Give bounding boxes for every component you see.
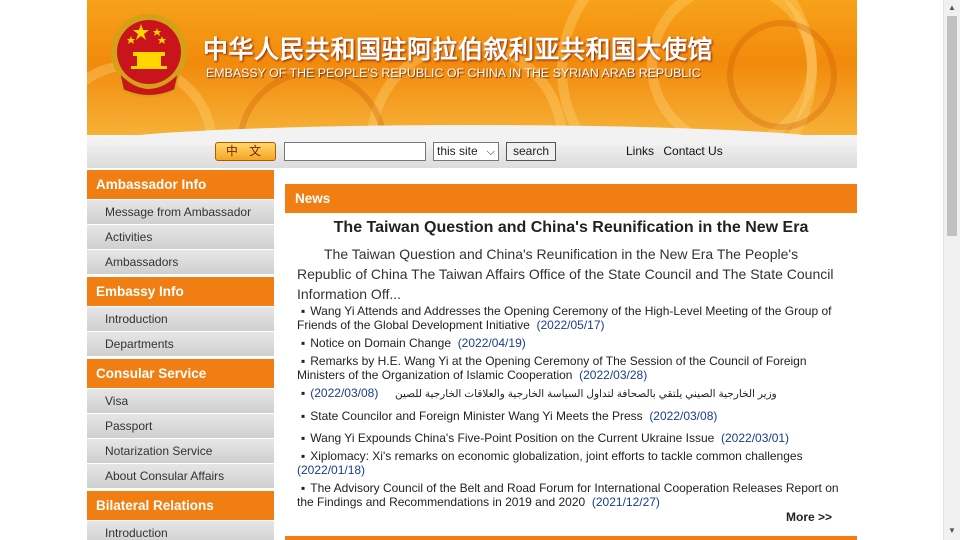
scrollbar-thumb[interactable] xyxy=(947,16,957,236)
header-banner: 中华人民共和国驻阿拉伯叙利亚共和国大使馆 EMBASSY OF THE PEOP… xyxy=(87,0,857,140)
news-title[interactable]: وزير الخارجية الصيني يلتقي بالصحافة لتدا… xyxy=(395,388,777,400)
feature-article-summary: The Taiwan Question and China's Reunific… xyxy=(297,246,834,302)
chevron-down-icon: ⌵ xyxy=(486,146,495,158)
news-date: (2022/04/19) xyxy=(457,336,526,350)
search-scope-select[interactable]: this site ⌵ xyxy=(433,142,499,161)
list-item[interactable]: ▪ (2022/03/08) وزير الخارجية الصيني يلتقي… xyxy=(297,386,845,401)
feature-article-title[interactable]: The Taiwan Question and China's Reunific… xyxy=(285,219,857,237)
national-emblem-icon xyxy=(111,14,187,97)
scroll-up-arrow-icon[interactable]: ▲ xyxy=(948,3,956,12)
sidebar: Ambassador Info Message from Ambassador … xyxy=(87,170,274,540)
sidebar-item-bilateral-introduction[interactable]: Introduction xyxy=(87,520,274,540)
page-scrollbar[interactable]: ▲ ▼ xyxy=(943,0,960,540)
sidebar-heading-consular-service[interactable]: Consular Service xyxy=(87,359,274,388)
news-title[interactable]: Wang Yi Expounds China's Five-Point Posi… xyxy=(310,431,714,445)
news-list: ▪ Wang Yi Attends and Addresses the Openi… xyxy=(297,304,845,513)
list-item[interactable]: ▪ Wang Yi Expounds China's Five-Point Pos… xyxy=(297,431,845,445)
news-title[interactable]: State Councilor and Foreign Minister Wan… xyxy=(310,409,642,423)
section-divider xyxy=(285,536,857,540)
top-links: Links Contact Us xyxy=(626,144,729,158)
news-title[interactable]: Notice on Domain Change xyxy=(310,336,451,350)
embassy-title-chinese: 中华人民共和国驻阿拉伯叙利亚共和国大使馆 xyxy=(203,35,714,64)
news-date: (2022/03/01) xyxy=(721,431,790,445)
contact-us-link[interactable]: Contact Us xyxy=(663,144,722,158)
sidebar-item-message-from-ambassador[interactable]: Message from Ambassador xyxy=(87,199,274,224)
news-date: (2022/03/08) xyxy=(310,386,379,400)
sidebar-item-notarization-service[interactable]: Notarization Service xyxy=(87,438,274,463)
page: 中华人民共和国驻阿拉伯叙利亚共和国大使馆 EMBASSY OF THE PEOP… xyxy=(87,0,857,540)
list-item[interactable]: ▪ Xiplomacy: Xi's remarks on economic glo… xyxy=(297,449,845,477)
news-date: (2022/03/28) xyxy=(579,368,648,382)
sidebar-item-passport[interactable]: Passport xyxy=(87,413,274,438)
list-item[interactable]: ▪ Wang Yi Attends and Addresses the Openi… xyxy=(297,304,845,332)
more-news-link[interactable]: More >> xyxy=(786,510,832,524)
sidebar-item-ambassadors[interactable]: Ambassadors xyxy=(87,249,274,274)
news-section-header: News xyxy=(285,184,857,213)
links-link[interactable]: Links xyxy=(626,144,654,158)
chinese-language-button[interactable]: 中 文 xyxy=(215,142,276,161)
news-date: (2022/03/08) xyxy=(649,409,718,423)
search-button[interactable]: search xyxy=(506,142,556,161)
search-scope-value: this site xyxy=(437,144,478,158)
news-title[interactable]: Remarks by H.E. Wang Yi at the Opening C… xyxy=(297,354,807,382)
sidebar-heading-bilateral-relations[interactable]: Bilateral Relations xyxy=(87,491,274,520)
sidebar-item-visa[interactable]: Visa xyxy=(87,388,274,413)
embassy-title-english: EMBASSY OF THE PEOPLE'S REPUBLIC OF CHIN… xyxy=(206,66,701,80)
sidebar-heading-embassy-info[interactable]: Embassy Info xyxy=(87,277,274,306)
sidebar-item-departments[interactable]: Departments xyxy=(87,331,274,356)
list-item[interactable]: ▪ Remarks by H.E. Wang Yi at the Opening … xyxy=(297,354,845,382)
list-item[interactable]: ▪ State Councilor and Foreign Minister Wa… xyxy=(297,409,845,423)
scroll-down-arrow-icon[interactable]: ▼ xyxy=(948,526,956,535)
news-title[interactable]: The Advisory Council of the Belt and Roa… xyxy=(297,481,839,509)
news-date: (2022/05/17) xyxy=(536,318,605,332)
sidebar-item-introduction[interactable]: Introduction xyxy=(87,306,274,331)
news-date: (2022/01/18) xyxy=(297,463,366,477)
sidebar-item-about-consular-affairs[interactable]: About Consular Affairs xyxy=(87,463,274,488)
news-date: (2021/12/27) xyxy=(591,495,660,509)
news-title[interactable]: Xiplomacy: Xi's remarks on economic glob… xyxy=(310,449,802,463)
list-item[interactable]: ▪ The Advisory Council of the Belt and Ro… xyxy=(297,481,845,509)
search-input[interactable] xyxy=(284,142,426,161)
sidebar-heading-ambassador-info[interactable]: Ambassador Info xyxy=(87,170,274,199)
sidebar-item-activities[interactable]: Activities xyxy=(87,224,274,249)
list-item[interactable]: ▪ Notice on Domain Change (2022/04/19) xyxy=(297,336,845,350)
